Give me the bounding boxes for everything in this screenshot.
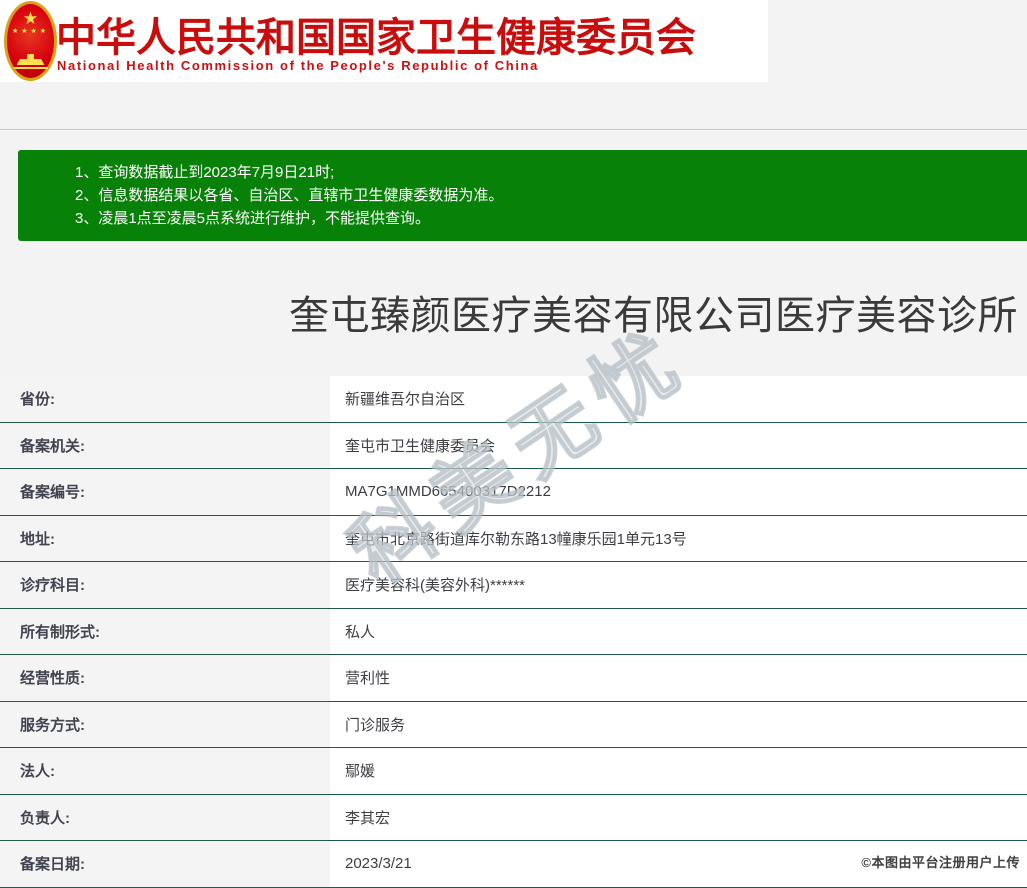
field-label: 备案编号:: [0, 469, 330, 515]
field-value: 医疗美容科(美容外科)******: [330, 562, 1027, 608]
record-detail-table: 省份: 新疆维吾尔自治区 备案机关: 奎屯市卫生健康委员会 备案编号: MA7G…: [0, 376, 1027, 888]
notice-line-2: 2、信息数据结果以各省、自治区、直辖市卫生健康委数据为准。: [75, 184, 1019, 207]
field-row-ownership-type: 所有制形式: 私人: [0, 609, 1027, 656]
notice-line-3: 3、凌晨1点至凌晨5点系统进行维护，不能提供查询。: [75, 207, 1019, 230]
field-value: MA7G1MMD665400317D2212: [330, 469, 1027, 515]
field-row-legal-person: 法人: 鄢媛: [0, 748, 1027, 795]
photo-credit-badge: ©本图由平台注册用户上传: [861, 852, 1020, 871]
emblem-small-stars-icon: ★★★★: [7, 28, 54, 35]
emblem-tiananmen-icon: [17, 54, 45, 65]
field-value: 私人: [330, 609, 1027, 655]
field-row-clinical-departments: 诊疗科目: 医疗美容科(美容外科)******: [0, 562, 1027, 609]
field-value: 奎屯市卫生健康委员会: [330, 423, 1027, 469]
notice-line-1: 1、查询数据截止到2023年7月9日21时;: [75, 161, 1019, 184]
field-value: 新疆维吾尔自治区: [330, 376, 1027, 422]
field-row-service-mode: 服务方式: 门诊服务: [0, 702, 1027, 749]
field-label: 负责人:: [0, 795, 330, 841]
field-label: 所有制形式:: [0, 609, 330, 655]
header-divider: [0, 129, 1027, 131]
field-label: 地址:: [0, 516, 330, 562]
prc-national-emblem-icon: ★ ★★★★: [4, 1, 57, 81]
field-label: 备案日期:: [0, 841, 330, 887]
site-title-english: National Health Commission of the People…: [57, 58, 539, 73]
field-label: 法人:: [0, 748, 330, 794]
field-row-province: 省份: 新疆维吾尔自治区: [0, 376, 1027, 423]
institution-name-title: 奎屯臻颜医疗美容有限公司医疗美容诊所: [289, 283, 1018, 341]
site-header: ★ ★★★★ 中华人民共和国国家卫生健康委员会 National Health …: [0, 0, 768, 82]
field-value: 奎屯市北京路街道库尔勒东路13幢康乐园1单元13号: [330, 516, 1027, 562]
emblem-star-icon: ★: [23, 10, 38, 27]
field-label: 备案机关:: [0, 423, 330, 469]
field-row-address: 地址: 奎屯市北京路街道库尔勒东路13幢康乐园1单元13号: [0, 516, 1027, 563]
field-row-filing-number: 备案编号: MA7G1MMD665400317D2212: [0, 469, 1027, 516]
site-title-chinese: 中华人民共和国国家卫生健康委员会: [56, 5, 696, 63]
emblem-tiananmen-base-icon: [14, 67, 48, 69]
field-label: 服务方式:: [0, 702, 330, 748]
field-value: 鄢媛: [330, 748, 1027, 794]
field-label: 诊疗科目:: [0, 562, 330, 608]
field-row-person-in-charge: 负责人: 李其宏: [0, 795, 1027, 842]
field-row-operation-nature: 经营性质: 营利性: [0, 655, 1027, 702]
field-value: 门诊服务: [330, 702, 1027, 748]
field-value: 李其宏: [330, 795, 1027, 841]
notice-banner: 1、查询数据截止到2023年7月9日21时; 2、信息数据结果以各省、自治区、直…: [18, 150, 1027, 241]
field-row-filing-authority: 备案机关: 奎屯市卫生健康委员会: [0, 423, 1027, 470]
field-label: 省份:: [0, 376, 330, 422]
field-value: 营利性: [330, 655, 1027, 701]
field-label: 经营性质:: [0, 655, 330, 701]
